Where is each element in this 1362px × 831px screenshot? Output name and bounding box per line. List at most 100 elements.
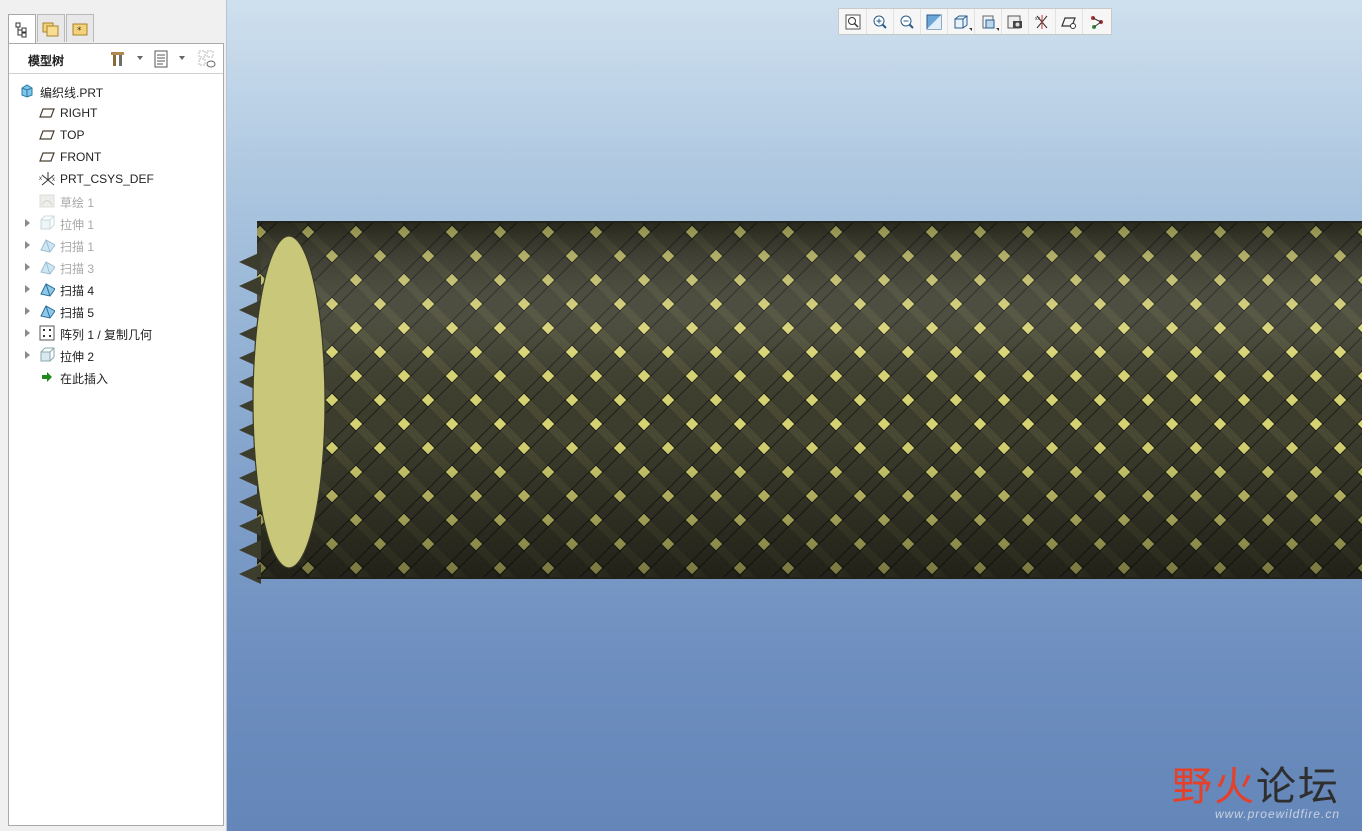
svg-text:x: x [39, 176, 42, 182]
svg-text:x: x [52, 177, 55, 183]
dropdown-arrow-icon [996, 28, 999, 31]
show-dropdown-icon[interactable] [179, 56, 185, 60]
folder-browser-icon [42, 22, 59, 36]
saved-orientations-icon [953, 14, 969, 30]
svg-text:*: * [77, 26, 82, 36]
sweep-icon [39, 281, 55, 297]
repaint-icon [926, 14, 942, 30]
tree-item-label: 扫描 4 [60, 284, 95, 298]
tree-item-label: FRONT [60, 150, 102, 164]
insert-here-arrow-icon [39, 369, 55, 385]
annotation-display-button[interactable] [1083, 9, 1110, 34]
tree-item[interactable]: RIGHT [9, 102, 223, 124]
svg-text:xx: xx [1035, 16, 1041, 22]
tree-item-label: 扫描 3 [60, 262, 95, 276]
csys-icon: xx [39, 171, 55, 187]
tree-item-label: 阵列 1 / 复制几何 [60, 328, 153, 342]
datum-display-icon: xx [1034, 14, 1050, 30]
refit-icon [845, 14, 861, 30]
sketch-icon [39, 193, 55, 209]
watermark-title: 野火论坛 [1172, 765, 1340, 809]
tree-item-label: 拉伸 2 [60, 350, 95, 364]
expand-arrow-icon[interactable] [25, 219, 30, 227]
tab-model-tree[interactable] [8, 14, 36, 44]
tree-item[interactable]: 草绘 1 [9, 190, 223, 212]
filter-display-icon[interactable] [197, 49, 217, 69]
tree-item-label: 编织线.PRT [40, 86, 104, 100]
settings-tools-icon[interactable] [109, 49, 129, 69]
view-toolbar: xx [838, 8, 1112, 35]
expand-arrow-icon[interactable] [25, 307, 30, 315]
cable-shading [257, 222, 1362, 578]
sweep-icon [39, 259, 55, 275]
cable-end-face [252, 235, 326, 569]
display-style-icon [980, 14, 996, 30]
expand-arrow-icon[interactable] [25, 329, 30, 337]
datum-plane-icon [39, 105, 55, 121]
model-tree-icon [15, 22, 27, 37]
view-manager-icon [1007, 14, 1023, 30]
settings-dropdown-icon[interactable] [137, 56, 143, 60]
forum-watermark: 野火论坛 www.proewildfire.cn [1172, 765, 1340, 821]
display-style-button[interactable] [975, 9, 1002, 34]
spin-center-button[interactable] [1056, 9, 1083, 34]
tab-favorites[interactable]: * [66, 14, 94, 42]
zoom-in-icon [872, 14, 888, 30]
repaint-button[interactable] [921, 9, 948, 34]
model-tree-panel: 模型树 编织线.PRT RIGHT TOP FRONT x x PRT_CSYS… [8, 43, 224, 826]
tree-item[interactable]: 在此插入 [9, 366, 223, 388]
model-tree-header: 模型树 [9, 44, 223, 74]
tree-item-label: 拉伸 1 [60, 218, 95, 232]
extrude-icon [39, 347, 55, 363]
tree-item[interactable]: x x PRT_CSYS_DEF [9, 168, 223, 190]
tree-item[interactable]: 编织线.PRT [9, 80, 223, 102]
tree-item-label: PRT_CSYS_DEF [60, 172, 154, 186]
left-panel: * 模型树 编织线.PRT RIGHT TOP FRONT x x PRT_CS… [0, 0, 227, 831]
pattern-icon [39, 325, 55, 341]
tree-item[interactable]: 扫描 5 [9, 300, 223, 322]
navigator-tabs: * [8, 14, 95, 44]
zoom-out-icon [899, 14, 915, 30]
show-options-icon[interactable] [151, 49, 171, 69]
tree-item[interactable]: 拉伸 2 [9, 344, 223, 366]
view-manager-button[interactable] [1002, 9, 1029, 34]
tree-item[interactable]: 扫描 3 [9, 256, 223, 278]
tree-item[interactable]: FRONT [9, 146, 223, 168]
expand-arrow-icon[interactable] [25, 263, 30, 271]
zoom-in-button[interactable] [867, 9, 894, 34]
dropdown-arrow-icon [969, 28, 972, 31]
model-tree-list: 编织线.PRT RIGHT TOP FRONT x x PRT_CSYS_DEF 草绘 1 拉伸… [9, 80, 223, 388]
datum-plane-icon [39, 127, 55, 143]
part-icon [19, 83, 35, 99]
tree-item-label: 扫描 5 [60, 306, 95, 320]
braided-cable-model [239, 221, 1362, 584]
tree-item-label: TOP [60, 128, 85, 142]
expand-arrow-icon[interactable] [25, 241, 30, 249]
tree-item-label: RIGHT [60, 106, 98, 120]
zoom-out-button[interactable] [894, 9, 921, 34]
annotation-display-icon [1089, 14, 1105, 30]
datum-plane-icon [39, 149, 55, 165]
tree-item[interactable]: 拉伸 1 [9, 212, 223, 234]
datum-display-button[interactable]: xx [1029, 9, 1056, 34]
favorites-icon: * [72, 23, 88, 36]
tree-item-label: 扫描 1 [60, 240, 95, 254]
saved-orientations-button[interactable] [948, 9, 975, 34]
model-tree-title: 模型树 [28, 54, 65, 68]
extrude-icon [39, 215, 55, 231]
tree-item[interactable]: 扫描 4 [9, 278, 223, 300]
spin-center-icon [1061, 14, 1077, 30]
watermark-title-dark: 论坛 [1256, 764, 1340, 810]
graphics-viewport[interactable]: xx 野火论坛 www.proewildfire.cn [227, 0, 1362, 831]
expand-arrow-icon[interactable] [25, 285, 30, 293]
tree-item-label: 草绘 1 [60, 196, 95, 210]
tree-item-label: 在此插入 [60, 372, 109, 386]
tree-item[interactable]: 扫描 1 [9, 234, 223, 256]
expand-arrow-icon[interactable] [25, 351, 30, 359]
tree-item[interactable]: TOP [9, 124, 223, 146]
tab-folder-browser[interactable] [37, 14, 65, 42]
refit-button[interactable] [840, 9, 867, 34]
sweep-icon [39, 237, 55, 253]
tree-item[interactable]: 阵列 1 / 复制几何 [9, 322, 223, 344]
watermark-title-red: 野火 [1172, 764, 1256, 810]
